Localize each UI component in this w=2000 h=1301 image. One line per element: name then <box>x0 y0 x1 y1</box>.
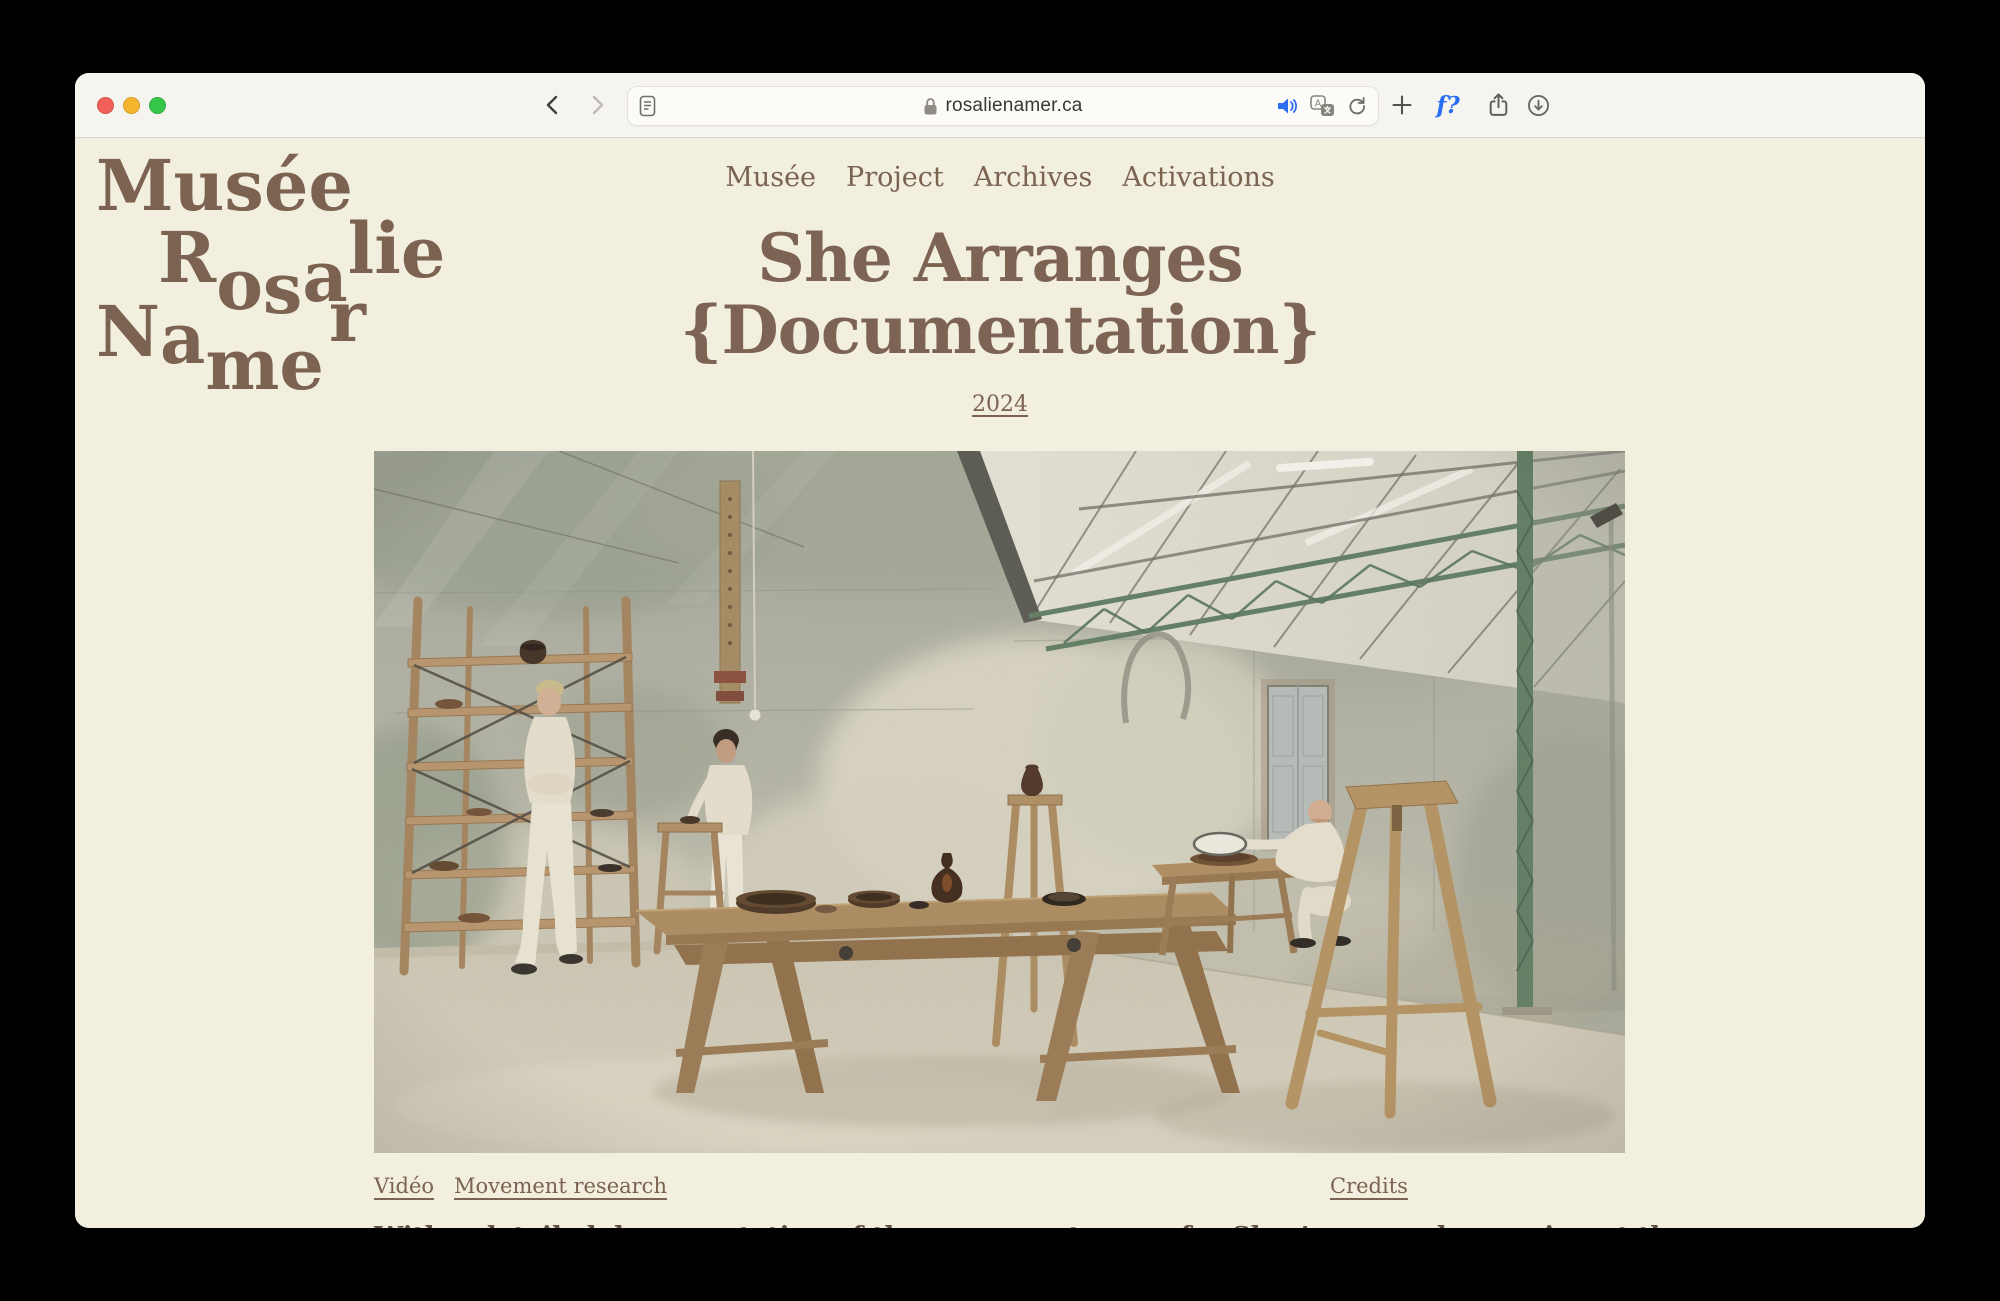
share-icon <box>1486 92 1511 118</box>
download-icon <box>1526 93 1551 118</box>
nav-item-activations[interactable]: Activations <box>1122 162 1274 193</box>
credits-link[interactable]: Credits <box>1330 1174 1408 1198</box>
chevron-right-icon <box>585 93 609 117</box>
hero-video-still <box>374 451 1625 1153</box>
title-line-1: She Arranges <box>75 222 1925 294</box>
movement-research-link[interactable]: Movement research <box>454 1174 667 1198</box>
translate-button[interactable]: A <box>1310 95 1335 117</box>
extension-icon: f? <box>1436 92 1459 119</box>
minimize-window-button[interactable] <box>123 97 140 114</box>
reload-button[interactable] <box>1346 95 1368 117</box>
address-bar[interactable]: rosalienamer.ca A <box>627 86 1379 126</box>
browser-toolbar: rosalienamer.ca A <box>75 73 1925 138</box>
year-link[interactable]: 2024 <box>972 392 1028 417</box>
plus-icon <box>1390 93 1414 117</box>
page-title: She Arranges {Documentation} <box>75 222 1925 366</box>
zoom-window-button[interactable] <box>149 97 166 114</box>
back-button[interactable] <box>539 91 567 119</box>
atelier-scene-illustration <box>374 451 1625 1153</box>
url-display: rosalienamer.ca <box>628 87 1378 125</box>
close-window-button[interactable] <box>97 97 114 114</box>
nav-item-project[interactable]: Project <box>846 162 944 193</box>
share-button[interactable] <box>1483 90 1513 120</box>
svg-text:A: A <box>1315 99 1322 110</box>
extension-button[interactable]: f? <box>1433 90 1463 120</box>
new-tab-button[interactable] <box>1387 90 1417 120</box>
screenshot-stage: rosalienamer.ca A <box>0 0 2000 1301</box>
meta-links-row: Vidéo Movement research Credits <box>374 1174 1625 1204</box>
year-row: 2024 <box>75 392 1925 417</box>
nav-item-musee[interactable]: Musée <box>725 162 816 193</box>
video-link[interactable]: Vidéo <box>374 1174 434 1198</box>
chevron-left-icon <box>541 93 565 117</box>
downloads-button[interactable] <box>1523 90 1553 120</box>
webpage: Musée Rosalie Namer Musée Project Archiv… <box>75 138 1925 1228</box>
description-paragraph-clipped: With a detailed documentation of the mov… <box>374 1222 1634 1228</box>
title-line-2: {Documentation} <box>75 294 1925 366</box>
url-text: rosalienamer.ca <box>945 95 1082 117</box>
audio-playing-button[interactable] <box>1275 95 1299 117</box>
forward-button[interactable] <box>583 91 611 119</box>
traffic-lights <box>97 97 166 114</box>
main-nav: Musée Project Archives Activations <box>75 162 1925 193</box>
lock-icon <box>923 97 938 116</box>
browser-window: rosalienamer.ca A <box>75 73 1925 1228</box>
nav-item-archives[interactable]: Archives <box>974 162 1093 193</box>
